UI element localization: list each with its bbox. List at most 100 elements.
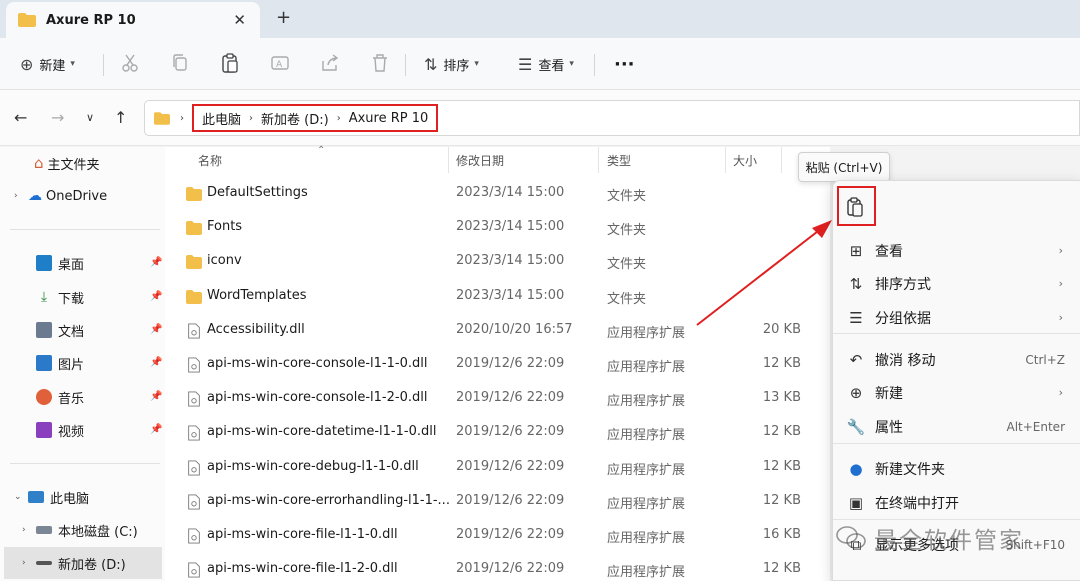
- column-divider[interactable]: [448, 147, 449, 173]
- chevron-right-icon[interactable]: ›: [22, 525, 36, 535]
- crumb-axure[interactable]: Axure RP 10: [345, 111, 433, 126]
- pin-icon[interactable]: 📌: [150, 324, 162, 335]
- sidebar-item-onedrive[interactable]: › ☁ OneDrive: [14, 183, 107, 209]
- paste-icon[interactable]: [219, 52, 241, 74]
- sidebar-item-videos[interactable]: 视频: [36, 417, 84, 443]
- table-row[interactable]: DefaultSettings 2023/3/14 15:00 文件夹: [165, 177, 830, 211]
- file-size: 12 KB: [762, 424, 801, 440]
- view-label: 查看: [538, 58, 565, 74]
- sidebar-item-label: 主文件夹: [47, 157, 100, 173]
- pin-icon[interactable]: 📌: [150, 291, 162, 302]
- tab-bar: Axure RP 10 ✕ +: [0, 0, 1080, 38]
- crumb-drive-d[interactable]: 新加卷 (D:): [257, 109, 333, 128]
- cut-icon[interactable]: [119, 52, 141, 74]
- table-row[interactable]: WordTemplates 2023/3/14 15:00 文件夹: [165, 280, 830, 314]
- chevron-right-icon[interactable]: ›: [22, 558, 36, 568]
- pin-icon[interactable]: 📌: [150, 424, 162, 435]
- sidebar-item-label: 此电脑: [50, 491, 90, 507]
- table-row[interactable]: api-ms-win-core-datetime-l1-1-0.dll 2019/…: [165, 416, 830, 450]
- column-divider[interactable]: [781, 147, 782, 173]
- file-date: 2023/3/14 15:00: [456, 287, 565, 303]
- pin-icon[interactable]: 📌: [150, 357, 162, 368]
- menu-divider: [833, 333, 1080, 334]
- table-row[interactable]: iconv 2023/3/14 15:00 文件夹: [165, 245, 830, 279]
- pin-icon[interactable]: 📌: [150, 257, 162, 268]
- sidebar-item-label: 下载: [58, 291, 85, 307]
- recent-chevron-icon[interactable]: ∨: [86, 111, 94, 124]
- table-row[interactable]: Fonts 2023/3/14 15:00 文件夹: [165, 211, 830, 245]
- sort-button[interactable]: ⇅ 排序 ▾: [424, 50, 479, 78]
- paste-button-highlight[interactable]: [837, 186, 876, 226]
- column-header-size[interactable]: 大小: [733, 147, 757, 173]
- sort-icon: ⇅: [849, 274, 863, 293]
- pin-icon[interactable]: 📌: [150, 391, 162, 402]
- chevron-down-icon[interactable]: ⌄: [14, 492, 28, 502]
- tab-axure[interactable]: Axure RP 10 ✕: [6, 2, 260, 38]
- menu-item[interactable]: ⇅ 排序方式 ›: [833, 267, 1080, 300]
- back-arrow-icon[interactable]: ←: [14, 108, 27, 127]
- close-tab-icon[interactable]: ✕: [233, 11, 246, 29]
- video-icon: [36, 422, 52, 438]
- address-row: ← → ∨ ↑ › 此电脑 › 新加卷 (D:) › Axure RP 10: [0, 90, 1080, 146]
- column-header-type[interactable]: 类型: [607, 147, 631, 173]
- copy-icon[interactable]: [169, 52, 191, 74]
- breadcrumb: 此电脑 › 新加卷 (D:) › Axure RP 10: [192, 104, 439, 132]
- file-size: 12 KB: [762, 458, 801, 474]
- rename-icon[interactable]: A: [269, 52, 291, 74]
- file-date: 2019/12/6 22:09: [456, 424, 565, 440]
- folder-icon: [186, 255, 202, 270]
- table-row[interactable]: api-ms-win-core-file-l1-1-0.dll 2019/12/6…: [165, 519, 830, 553]
- view-button[interactable]: ☰ 查看 ▾: [518, 50, 574, 78]
- file-type: 文件夹: [607, 257, 647, 273]
- column-header-name[interactable]: 名称: [198, 147, 222, 173]
- sidebar-item-drive-c[interactable]: › 本地磁盘 (C:): [22, 517, 138, 543]
- file-name: Accessibility.dll: [207, 321, 305, 337]
- share-icon[interactable]: [319, 52, 341, 74]
- menu-item[interactable]: ↶ 撤消 移动 Ctrl+Z: [833, 343, 1080, 376]
- file-type: 应用程序扩展: [607, 496, 686, 512]
- delete-icon[interactable]: [369, 52, 391, 74]
- menu-item[interactable]: ⊕ 新建 ›: [833, 376, 1080, 409]
- table-row[interactable]: api-ms-win-core-console-l1-1-0.dll 2019/1…: [165, 348, 830, 382]
- sidebar-item-label: 文档: [58, 324, 85, 340]
- folder-icon: [154, 111, 170, 125]
- crumb-this-pc[interactable]: 此电脑: [198, 109, 245, 128]
- more-button[interactable]: ···: [614, 50, 635, 78]
- sidebar-item-downloads[interactable]: ⤓ 下载: [36, 284, 84, 310]
- menu-item[interactable]: ● 新建文件夹: [833, 452, 1080, 485]
- sidebar-item-this-pc[interactable]: ⌄ 此电脑: [14, 484, 89, 510]
- dll-file-icon: [188, 357, 200, 373]
- chevron-right-icon[interactable]: ›: [14, 191, 28, 201]
- sidebar-item-home[interactable]: ⌂ 主文件夹: [20, 150, 100, 176]
- sidebar-item-documents[interactable]: 文档: [36, 317, 84, 343]
- forward-arrow-icon[interactable]: →: [51, 108, 64, 127]
- column-divider[interactable]: [725, 147, 726, 173]
- divider: [10, 229, 160, 230]
- sidebar-item-music[interactable]: 音乐: [36, 384, 84, 410]
- column-divider[interactable]: [598, 147, 599, 173]
- table-row[interactable]: Accessibility.dll 2020/10/20 16:57 应用程序扩展 2…: [165, 314, 830, 348]
- column-header-date[interactable]: 修改日期: [456, 147, 504, 173]
- menu-item[interactable]: ▣ 在终端中打开: [833, 486, 1080, 519]
- table-row[interactable]: api-ms-win-core-errorhandling-l1-1-... 20…: [165, 485, 830, 519]
- up-arrow-icon[interactable]: ↑: [114, 108, 127, 127]
- sidebar-item-drive-d[interactable]: › 新加卷 (D:): [4, 547, 162, 579]
- drive-icon: [36, 526, 52, 534]
- dll-file-icon: [188, 391, 200, 407]
- table-row[interactable]: api-ms-win-core-console-l1-2-0.dll 2019/1…: [165, 382, 830, 416]
- sidebar-item-pictures[interactable]: 图片: [36, 350, 84, 376]
- address-bar[interactable]: › 此电脑 › 新加卷 (D:) › Axure RP 10: [144, 100, 1080, 136]
- new-tab-button[interactable]: +: [276, 7, 291, 28]
- menu-item[interactable]: ⊞ 查看 ›: [833, 234, 1080, 267]
- table-row[interactable]: api-ms-win-core-debug-l1-1-0.dll 2019/12/…: [165, 451, 830, 485]
- picture-icon: [36, 355, 52, 371]
- svg-text:A: A: [276, 60, 283, 70]
- menu-item[interactable]: 🔧 属性 Alt+Enter: [833, 410, 1080, 443]
- menu-item[interactable]: ☰ 分组依据 ›: [833, 301, 1080, 334]
- file-date: 2023/3/14 15:00: [456, 185, 565, 200]
- sidebar-item-desktop[interactable]: 桌面: [36, 250, 84, 276]
- table-row[interactable]: api-ms-win-core-file-l1-2-0.dll 2019/12/6…: [165, 553, 830, 581]
- file-name: api-ms-win-core-errorhandling-l1-1-...: [207, 492, 450, 508]
- new-button[interactable]: ⊕ 新建 ▾: [20, 50, 75, 78]
- chevron-down-icon: ▾: [70, 59, 75, 69]
